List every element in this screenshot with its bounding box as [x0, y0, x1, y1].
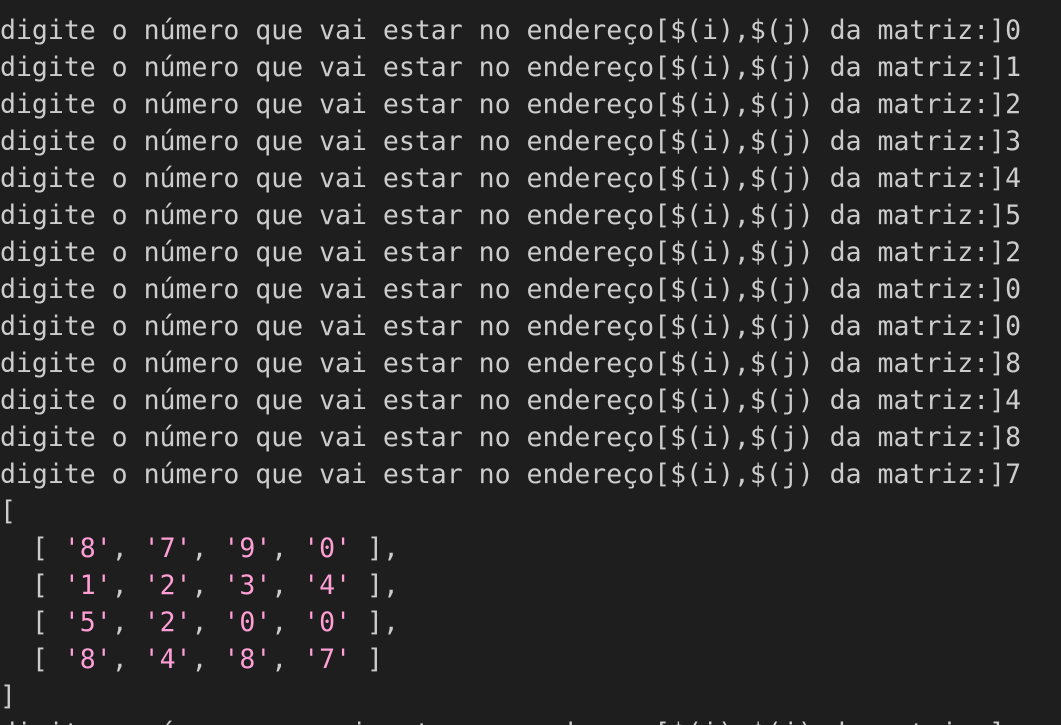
user-input-value: 4: [1005, 385, 1022, 416]
user-input-value: 0: [1005, 15, 1022, 46]
matrix-cell: '8': [223, 644, 272, 675]
prompt-text: digite o número que vai estar no endereç…: [0, 385, 1006, 416]
matrix-cell: '1': [63, 570, 112, 601]
cut-off-prompt-line: digite o número que vai estar no endereç…: [0, 715, 1061, 725]
matrix-cell: '0': [303, 533, 352, 564]
prompt-text: digite o número que vai estar no endereç…: [0, 200, 1006, 231]
row-open-bracket: [: [0, 533, 64, 564]
prompt-line: digite o número que vai estar no endereç…: [0, 456, 1061, 493]
user-input-value: 5: [1005, 200, 1022, 231]
separator: ,: [191, 570, 224, 601]
prompt-line: digite o número que vai estar no endereç…: [0, 86, 1061, 123]
row-close-bracket: ],: [351, 533, 399, 564]
prompt-text: digite o número que vai estar no endereç…: [0, 311, 1006, 342]
user-input-value: 2: [1005, 89, 1022, 120]
prompt-line: digite o número que vai estar no endereç…: [0, 308, 1061, 345]
user-input-value: 4: [1005, 163, 1022, 194]
user-input-value: 2: [1005, 237, 1022, 268]
prompt-line: digite o número que vai estar no endereç…: [0, 345, 1061, 382]
matrix-cell: '0': [223, 607, 272, 638]
array-open-bracket: [: [0, 496, 16, 527]
matrix-cell: '3': [223, 570, 272, 601]
prompt-line: digite o número que vai estar no endereç…: [0, 234, 1061, 271]
separator: ,: [111, 570, 144, 601]
matrix-row: [ '8', '4', '8', '7' ]: [0, 641, 1061, 678]
separator: ,: [191, 644, 224, 675]
separator: ,: [191, 533, 224, 564]
prompt-text: digite o número que vai estar no endereç…: [0, 459, 1006, 490]
matrix-cell: '7': [143, 533, 192, 564]
prompt-text: digite o número que vai estar no endereç…: [0, 126, 1006, 157]
prompt-text: digite o número que vai estar no endereç…: [0, 274, 1006, 305]
row-close-bracket: ]: [351, 644, 384, 675]
prompt-line: digite o número que vai estar no endereç…: [0, 382, 1061, 419]
prompt-text: digite o número que vai estar no endereç…: [0, 237, 1006, 268]
matrix-cell: '0': [303, 607, 352, 638]
prompt-text: digite o número que vai estar no endereç…: [0, 163, 1006, 194]
terminal-output[interactable]: digite o número que vai estar no endereç…: [0, 0, 1061, 725]
prompt-text: digite o número que vai estar no endereç…: [0, 89, 1006, 120]
user-input-value: 0: [1005, 274, 1022, 305]
row-close-bracket: ],: [351, 607, 399, 638]
separator: ,: [271, 533, 304, 564]
row-open-bracket: [: [0, 570, 64, 601]
user-input-value: 7: [1005, 459, 1022, 490]
separator: ,: [271, 570, 304, 601]
matrix-cell: '4': [143, 644, 192, 675]
matrix-row: [ '5', '2', '0', '0' ],: [0, 604, 1061, 641]
matrix-row: [ '8', '7', '9', '0' ],: [0, 530, 1061, 567]
prompt-line: digite o número que vai estar no endereç…: [0, 160, 1061, 197]
separator: ,: [111, 644, 144, 675]
separator: ,: [111, 607, 144, 638]
matrix-cell: '5': [63, 607, 112, 638]
matrix-cell: '2': [143, 570, 192, 601]
row-close-bracket: ],: [351, 570, 399, 601]
matrix-cell: '8': [63, 533, 112, 564]
array-close-bracket: ]: [0, 681, 16, 712]
matrix-cell: '2': [143, 607, 192, 638]
separator: ,: [271, 607, 304, 638]
prompt-line: digite o número que vai estar no endereç…: [0, 49, 1061, 86]
prompt-line: digite o número que vai estar no endereç…: [0, 12, 1061, 49]
user-input-value: 1: [1005, 52, 1022, 83]
row-open-bracket: [: [0, 607, 64, 638]
user-input-value: 0: [1005, 311, 1022, 342]
matrix-cell: '7': [303, 644, 352, 675]
row-open-bracket: [: [0, 644, 64, 675]
prompt-line: digite o número que vai estar no endereç…: [0, 123, 1061, 160]
prompt-line: digite o número que vai estar no endereç…: [0, 197, 1061, 234]
separator: ,: [271, 644, 304, 675]
separator: ,: [191, 607, 224, 638]
matrix-cell: '8': [63, 644, 112, 675]
separator: ,: [111, 533, 144, 564]
prompt-text: digite o número que vai estar no endereç…: [0, 52, 1006, 83]
prompt-line: digite o número que vai estar no endereç…: [0, 419, 1061, 456]
prompt-text: digite o número que vai estar no endereç…: [0, 15, 1006, 46]
user-input-value: 8: [1005, 348, 1022, 379]
matrix-cell: '4': [303, 570, 352, 601]
matrix-row: [ '1', '2', '3', '4' ],: [0, 567, 1061, 604]
user-input-value: 8: [1005, 422, 1022, 453]
prompt-line: digite o número que vai estar no endereç…: [0, 271, 1061, 308]
user-input-value: 3: [1005, 126, 1022, 157]
prompt-text: digite o número que vai estar no endereç…: [0, 348, 1006, 379]
prompt-text: digite o número que vai estar no endereç…: [0, 422, 1006, 453]
matrix-cell: '9': [223, 533, 272, 564]
